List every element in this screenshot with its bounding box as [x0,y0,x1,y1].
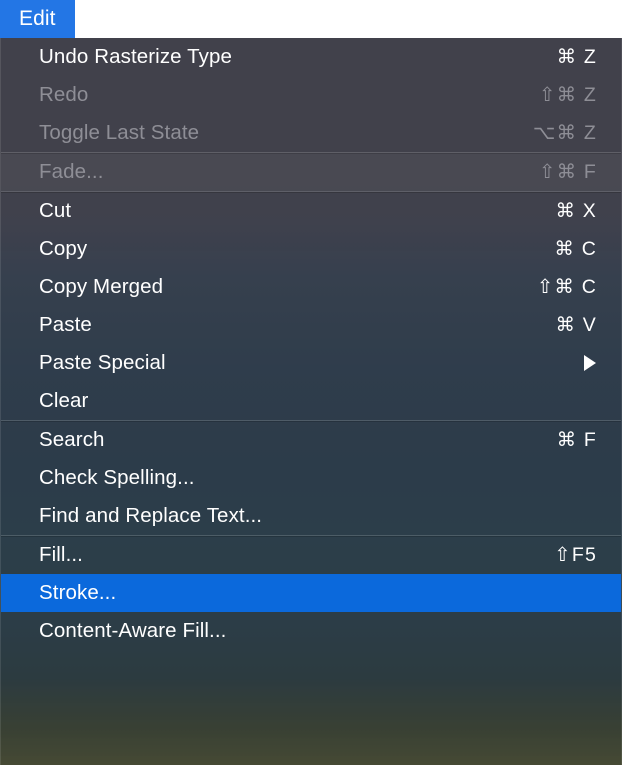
fill-section: Fill... ⇧F5 Stroke... Content-Aware Fill... [1,536,621,650]
search-section: Search ⌘ F Check Spelling... Find and Repla… [1,421,621,535]
submenu-arrow-icon [584,355,596,371]
menu-item-toggle-last-state: Toggle Last State ⌥⌘ Z [1,114,621,152]
menu-item-shortcut: ⇧⌘ Z [539,84,597,106]
menu-item-shortcut: ⌘ C [554,238,597,260]
menu-item-shortcut: ⌥⌘ Z [532,122,597,144]
menu-item-label: Stroke... [39,581,117,604]
edit-menu-panel: Undo Rasterize Type ⌘ Z Redo ⇧⌘ Z Toggle Las… [0,38,622,765]
menu-item-shortcut: ⌘ X [555,200,597,222]
menu-item-fill[interactable]: Fill... ⇧F5 [1,536,621,574]
menu-item-shortcut: ⌘ Z [556,46,597,68]
menu-item-label: Cut [39,199,72,222]
menu-item-clear[interactable]: Clear [1,382,621,420]
menu-item-paste[interactable]: Paste ⌘ V [1,306,621,344]
fade-section: Fade... ⇧⌘ F [1,153,621,191]
menu-item-label: Clear [39,389,89,412]
menu-item-label: Redo [39,83,89,106]
menu-item-fade: Fade... ⇧⌘ F [1,153,621,191]
menu-item-shortcut: ⇧F5 [554,544,597,566]
menu-item-shortcut: ⌘ V [555,314,597,336]
menu-item-shortcut: ⇧⌘ F [539,161,597,183]
menu-item-label: Undo Rasterize Type [39,45,232,68]
menu-bar: Edit [0,0,622,38]
menu-item-content-aware-fill[interactable]: Content-Aware Fill... [1,612,621,650]
menu-item-stroke[interactable]: Stroke... [1,574,621,612]
menu-item-shortcut: ⇧⌘ C [536,276,597,298]
menu-item-label: Fade... [39,160,104,183]
menu-item-undo-rasterize-type[interactable]: Undo Rasterize Type ⌘ Z [1,38,621,76]
menu-item-paste-special[interactable]: Paste Special [1,344,621,382]
menu-item-label: Copy [39,237,88,260]
undo-section: Undo Rasterize Type ⌘ Z Redo ⇧⌘ Z Toggle Las… [1,38,621,152]
menu-item-label: Find and Replace Text... [39,504,263,527]
menu-item-cut[interactable]: Cut ⌘ X [1,192,621,230]
menu-item-label: Check Spelling... [39,466,195,489]
menu-item-redo: Redo ⇧⌘ Z [1,76,621,114]
menu-item-find-and-replace-text[interactable]: Find and Replace Text... [1,497,621,535]
menu-item-check-spelling[interactable]: Check Spelling... [1,459,621,497]
menu-item-copy[interactable]: Copy ⌘ C [1,230,621,268]
menu-item-search[interactable]: Search ⌘ F [1,421,621,459]
menu-item-label: Search [39,428,105,451]
menu-item-label: Content-Aware Fill... [39,619,227,642]
menu-item-shortcut: ⌘ F [556,429,597,451]
menu-item-label: Fill... [39,543,83,566]
menu-item-label: Copy Merged [39,275,164,298]
menubar-item-edit[interactable]: Edit [0,0,75,38]
menu-item-copy-merged[interactable]: Copy Merged ⇧⌘ C [1,268,621,306]
menu-item-label: Toggle Last State [39,121,200,144]
menu-item-label: Paste Special [39,351,166,374]
menu-item-label: Paste [39,313,92,336]
clipboard-section: Cut ⌘ X Copy ⌘ C Copy Merged ⇧⌘ C Paste ⌘ V Past… [1,192,621,420]
